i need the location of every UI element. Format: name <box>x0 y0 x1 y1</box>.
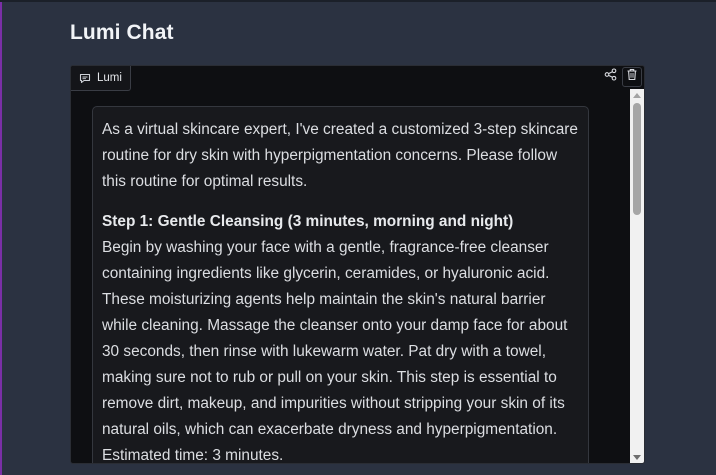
scroll-down-arrow-icon[interactable] <box>633 455 641 460</box>
chat-label-badge: Lumi <box>71 66 131 91</box>
window-edge <box>0 0 2 475</box>
app-title: Lumi Chat <box>70 21 174 44</box>
scrollbar[interactable] <box>630 89 644 463</box>
scrollbar-thumb[interactable] <box>633 103 641 215</box>
message-intro: As a virtual skincare expert, I've creat… <box>102 121 578 190</box>
share-icon <box>604 68 617 86</box>
chat-toolbar <box>600 67 642 87</box>
step-1-heading: Step 1: Gentle Cleansing (3 minutes, mor… <box>102 213 514 230</box>
chat-panel: Lumi As a virtual skincare expert, I've … <box>70 65 645 464</box>
chat-label-text: Lumi <box>97 72 122 84</box>
message-step-1: Step 1: Gentle Cleansing (3 minutes, mor… <box>102 209 579 464</box>
scroll-up-arrow-icon[interactable] <box>633 93 641 98</box>
delete-button[interactable] <box>622 67 642 87</box>
share-button[interactable] <box>600 67 620 87</box>
trash-icon <box>626 68 638 86</box>
chat-bubble-icon <box>79 73 91 84</box>
assistant-message: As a virtual skincare expert, I've creat… <box>92 106 589 464</box>
step-1-body: Begin by washing your face with a gentle… <box>102 239 568 464</box>
window-top-edge <box>0 0 716 2</box>
